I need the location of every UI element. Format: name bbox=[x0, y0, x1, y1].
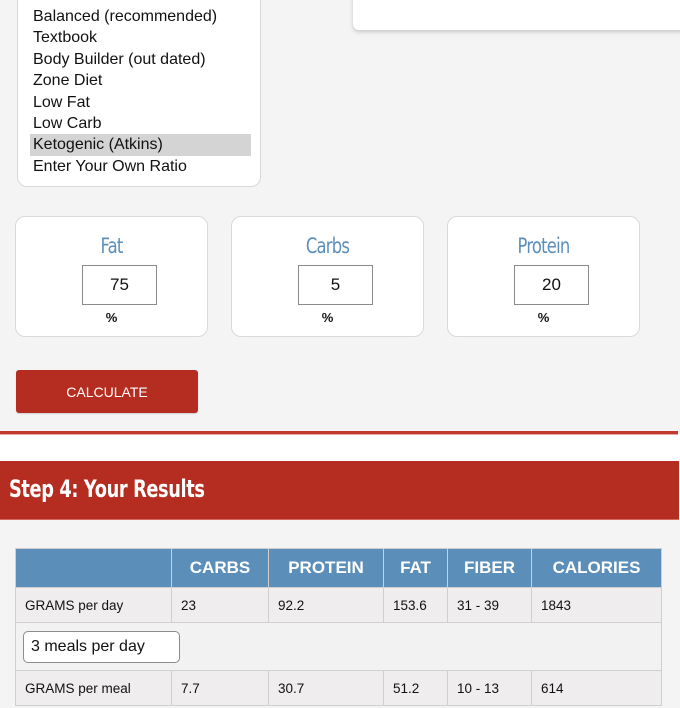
step-4-header: Step 4: Your Results bbox=[0, 461, 679, 520]
column-header-label bbox=[15, 548, 172, 588]
protein-per-day: 92.2 bbox=[268, 587, 384, 623]
results-table: CARBS PROTEIN FAT FIBER CALORIES GRAMS p… bbox=[15, 548, 662, 706]
calories-per-meal: 614 bbox=[531, 670, 662, 706]
protein-unit: % bbox=[537, 310, 550, 325]
section-divider bbox=[0, 431, 678, 434]
step-4-title: Step 4: Your Results bbox=[9, 475, 205, 503]
fat-percent-input[interactable] bbox=[82, 265, 157, 305]
fat-per-day: 153.6 bbox=[383, 587, 448, 623]
diet-option-zone-diet[interactable]: Zone Diet bbox=[30, 70, 251, 91]
diet-option-body-builder[interactable]: Body Builder (out dated) bbox=[30, 49, 251, 70]
fiber-per-day: 31 - 39 bbox=[447, 587, 532, 623]
diet-option-textbook[interactable]: Textbook bbox=[30, 27, 251, 48]
diet-ratio-card: Balanced (recommended) Textbook Body Bui… bbox=[17, 0, 261, 187]
carbs-unit: % bbox=[321, 310, 334, 325]
top-card bbox=[353, 0, 680, 30]
protein-per-meal: 30.7 bbox=[268, 670, 384, 706]
results-header-row: CARBS PROTEIN FAT FIBER CALORIES bbox=[15, 548, 662, 588]
section-gap bbox=[0, 435, 680, 461]
diet-ratio-listbox[interactable]: Balanced (recommended) Textbook Body Bui… bbox=[30, 6, 251, 177]
column-header-carbs: CARBS bbox=[171, 548, 269, 588]
diet-option-balanced[interactable]: Balanced (recommended) bbox=[30, 6, 251, 27]
fat-per-meal: 51.2 bbox=[383, 670, 448, 706]
fiber-per-meal: 10 - 13 bbox=[447, 670, 532, 706]
protein-card: Protein % bbox=[447, 216, 640, 337]
meals-select-cell: 3 meals per day bbox=[15, 622, 662, 671]
diet-option-low-carb[interactable]: Low Carb bbox=[30, 113, 251, 134]
row-label: GRAMS per day bbox=[15, 587, 172, 623]
fat-unit: % bbox=[105, 310, 118, 325]
table-row-grams-per-meal: GRAMS per meal 7.7 30.7 51.2 10 - 13 614 bbox=[15, 670, 662, 706]
diet-option-ketogenic[interactable]: Ketogenic (Atkins) bbox=[30, 134, 251, 156]
diet-option-custom-ratio[interactable]: Enter Your Own Ratio bbox=[30, 156, 251, 177]
column-header-fat: FAT bbox=[383, 548, 448, 588]
column-header-calories: CALORIES bbox=[531, 548, 662, 588]
carbs-per-day: 23 bbox=[171, 587, 269, 623]
fat-card: Fat % bbox=[15, 216, 208, 337]
column-header-protein: PROTEIN bbox=[268, 548, 384, 588]
fat-label: Fat bbox=[100, 234, 123, 258]
carbs-label: Carbs bbox=[305, 234, 350, 258]
meals-per-day-select[interactable]: 3 meals per day bbox=[23, 630, 180, 663]
diet-option-low-fat[interactable]: Low Fat bbox=[30, 92, 251, 113]
protein-percent-input[interactable] bbox=[514, 265, 589, 305]
table-row-grams-per-day: GRAMS per day 23 92.2 153.6 31 - 39 1843 bbox=[15, 587, 662, 623]
calculate-button[interactable]: CALCULATE bbox=[16, 370, 198, 413]
carbs-percent-input[interactable] bbox=[298, 265, 373, 305]
calories-per-day: 1843 bbox=[531, 587, 662, 623]
column-header-fiber: FIBER bbox=[447, 548, 532, 588]
carbs-card: Carbs % bbox=[231, 216, 424, 337]
table-row-meals-select: 3 meals per day bbox=[15, 622, 662, 671]
protein-label: Protein bbox=[517, 234, 571, 258]
carbs-per-meal: 7.7 bbox=[171, 670, 269, 706]
row-label: GRAMS per meal bbox=[15, 670, 172, 706]
